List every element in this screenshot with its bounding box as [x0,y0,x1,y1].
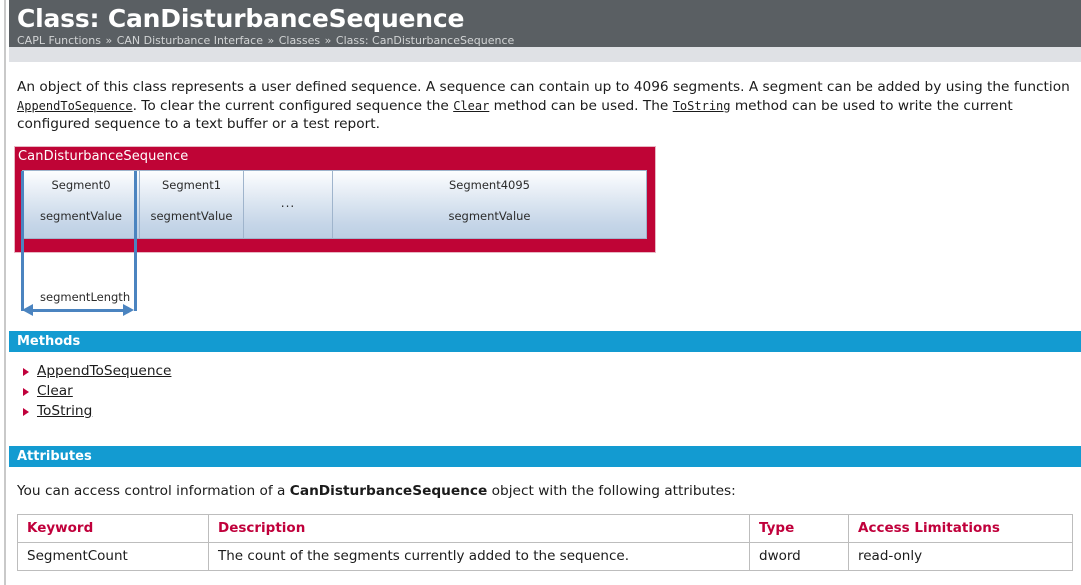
measure-guide-left [21,170,24,311]
breadcrumb-separator: » [105,34,113,47]
intro-text-3: method can be used. The [489,97,673,114]
bullet-triangle-icon [23,367,29,376]
list-item: AppendToSequence [23,361,1081,381]
column-header-access-limitations: Access Limitations [848,513,1073,543]
segment-box-ellipsis: ... [244,169,333,239]
breadcrumb-item-classes[interactable]: Classes [279,34,320,47]
attributes-intro-class-name: CanDisturbanceSequence [289,482,488,499]
page-left-rule [4,0,6,585]
table-row: SegmentCount The count of the segments c… [17,541,1073,571]
segment-name: Segment4095 [448,177,531,192]
link-append-to-sequence[interactable]: AppendToSequence [17,99,133,113]
attributes-intro-paragraph: You can access control information of a … [17,482,1073,500]
segment-box-0: Segment0 segmentValue [22,169,140,239]
segment-row: Segment0 segmentValue Segment1 segmentVa… [22,169,647,239]
page-header: Class: CanDisturbanceSequence CAPL Funct… [9,0,1081,47]
documentation-page: Class: CanDisturbanceSequence CAPL Funct… [9,0,1081,585]
cell-description: The count of the segments currently adde… [208,541,750,571]
method-link-to-string[interactable]: ToString [37,403,92,419]
segment-value: segmentValue [39,208,123,223]
segment-name: Segment0 [51,177,111,192]
attributes-intro-before: You can access control information of a [17,482,290,499]
link-clear[interactable]: Clear [453,99,489,113]
segment-value: segmentValue [448,208,531,223]
list-item: Clear [23,381,1081,401]
breadcrumb-separator: » [267,34,275,47]
measure-arrow-head-right [123,304,134,316]
breadcrumb: CAPL Functions » CAN Disturbance Interfa… [17,34,1073,48]
breadcrumb-item-current: Class: CanDisturbanceSequence [335,34,515,47]
section-header-methods: Methods [9,330,1081,352]
measure-arrow-line [26,308,130,312]
segment-value: segmentValue [150,208,233,223]
cell-type: dword [749,541,849,571]
column-header-keyword: Keyword [17,513,209,543]
segment-name: Segment1 [161,177,222,192]
breadcrumb-separator: » [324,34,332,47]
attributes-intro-after: object with the following attributes: [487,482,736,499]
measure-guide-right [134,170,137,311]
column-header-description: Description [208,513,750,543]
segment-ellipsis: ... [280,195,296,210]
attributes-table: Keyword Description Type Access Limitati… [17,513,1073,571]
bullet-triangle-icon [23,387,29,396]
methods-list: AppendToSequence Clear ToString [9,361,1081,421]
cell-access: read-only [848,541,1073,571]
breadcrumb-item-can-disturbance-interface[interactable]: CAN Disturbance Interface [117,34,263,47]
section-header-attributes: Attributes [9,445,1081,467]
measure-arrow-head-left [22,304,33,316]
intro-text-1: An object of this class represents a use… [17,79,1070,95]
breadcrumb-item-capl-functions[interactable]: CAPL Functions [17,34,101,47]
table-header-row: Keyword Description Type Access Limitati… [17,513,1073,543]
column-header-type: Type [749,513,849,543]
segment-box-1: Segment1 segmentValue [140,169,244,239]
link-to-string[interactable]: ToString [673,99,731,113]
class-container-label: CanDisturbanceSequence [18,148,189,164]
bullet-triangle-icon [23,407,29,416]
list-item: ToString [23,401,1081,421]
method-link-append-to-sequence[interactable]: AppendToSequence [37,363,171,379]
segment-box-last: Segment4095 segmentValue [333,169,647,239]
header-gray-band [9,47,1081,62]
cell-keyword: SegmentCount [17,541,209,571]
page-title: Class: CanDisturbanceSequence [17,4,465,33]
intro-paragraph: An object of this class represents a use… [17,78,1073,134]
method-link-clear[interactable]: Clear [37,383,73,399]
segment-length-label: segmentLength [40,289,131,304]
intro-text-2: . To clear the current configured sequen… [132,97,454,114]
sequence-diagram: CanDisturbanceSequence Segment0 segmentV… [9,145,709,331]
